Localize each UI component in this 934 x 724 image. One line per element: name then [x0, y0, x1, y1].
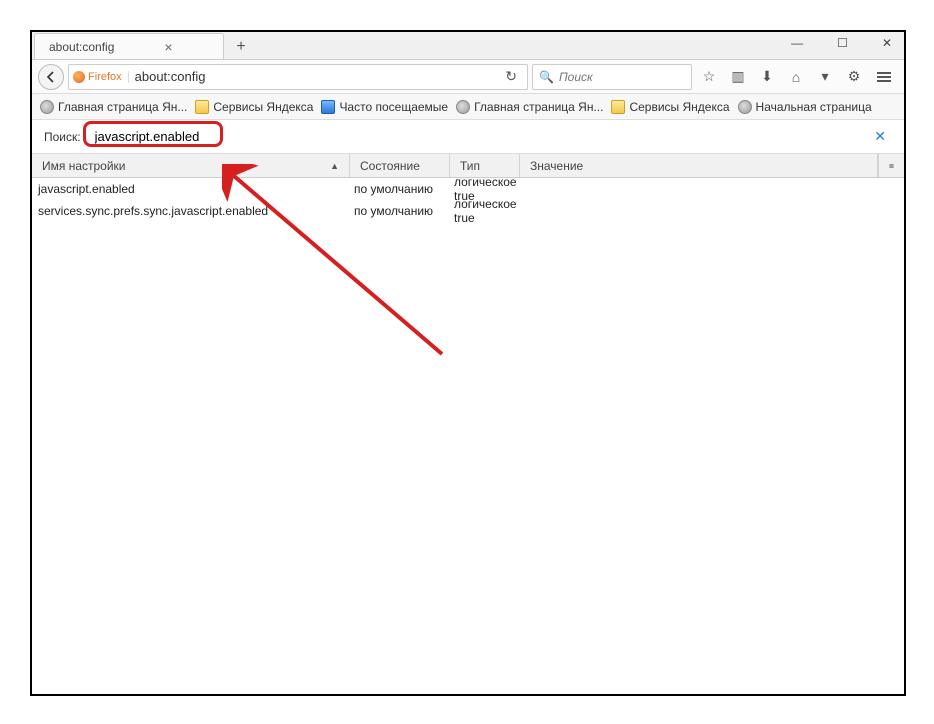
column-headers: Имя настройки ▲ Состояние Тип Значение [32, 154, 904, 178]
bookmark-label: Сервисы Яндекса [213, 100, 313, 114]
clear-filter-icon[interactable]: ✕ [868, 128, 892, 145]
pref-state: по умолчанию [350, 204, 450, 218]
window-controls: — ☐ ✕ [785, 34, 898, 52]
back-button[interactable] [38, 64, 64, 90]
pref-type: логическое true [450, 197, 520, 225]
menu-button[interactable] [874, 69, 894, 85]
toolbar-icons: ☆ ▥ ⬇ ⌂ ▾ ⚙ [696, 68, 898, 85]
bookmark-item[interactable]: Часто посещаемые [321, 100, 448, 114]
firefox-badge: Firefox [73, 71, 129, 83]
bookmark-star-icon[interactable]: ☆ [700, 68, 718, 85]
sort-asc-icon: ▲ [330, 161, 339, 171]
pref-rows: javascript.enabled по умолчанию логическ… [32, 178, 904, 694]
pref-row[interactable]: services.sync.prefs.sync.javascript.enab… [32, 200, 904, 222]
bookmark-item[interactable]: Главная страница Ян... [456, 100, 603, 114]
col-type[interactable]: Тип [450, 154, 520, 177]
col-name[interactable]: Имя настройки ▲ [32, 154, 350, 177]
bookmarks-bar: Главная страница Ян... Сервисы Яндекса Ч… [32, 94, 904, 120]
bookmark-item[interactable]: Начальная страница [738, 100, 872, 114]
bookmark-label: Сервисы Яндекса [629, 100, 729, 114]
bookmark-label: Главная страница Ян... [58, 100, 187, 114]
pref-state: по умолчанию [350, 182, 450, 196]
arrow-left-icon [45, 71, 57, 83]
folder-icon [611, 100, 625, 114]
maximize-button[interactable]: ☐ [831, 34, 854, 52]
nav-bar: Firefox ↻ 🔍 ☆ ▥ ⬇ ⌂ ▾ ⚙ [32, 60, 904, 94]
gear-icon[interactable]: ⚙ [845, 68, 863, 85]
col-name-label: Имя настройки [42, 159, 126, 173]
close-window-button[interactable]: ✕ [876, 34, 898, 52]
filter-input-wrap: ✕ [89, 125, 892, 148]
col-state[interactable]: Состояние [350, 154, 450, 177]
search-input[interactable] [559, 70, 716, 84]
tab-title: about:config [49, 40, 114, 54]
bookmark-item[interactable]: Сервисы Яндекса [195, 100, 313, 114]
downloads-icon[interactable]: ⬇ [758, 68, 776, 85]
globe-icon [738, 100, 752, 114]
pref-filter-row: Поиск: ✕ [32, 120, 904, 154]
home-icon[interactable]: ⌂ [787, 69, 805, 85]
column-picker-icon [889, 160, 894, 172]
reload-button[interactable]: ↻ [499, 68, 523, 85]
url-input[interactable] [135, 69, 494, 84]
bookmark-item[interactable]: Главная страница Ян... [40, 100, 187, 114]
bookmark-item[interactable]: Сервисы Яндекса [611, 100, 729, 114]
sidebar-icon[interactable]: ▥ [729, 68, 747, 85]
tab-strip: about:config × + — ☐ ✕ [32, 32, 904, 60]
search-icon: 🔍 [539, 70, 554, 84]
globe-icon [456, 100, 470, 114]
column-picker-button[interactable] [878, 154, 904, 177]
pocket-icon[interactable]: ▾ [816, 68, 834, 85]
pref-name: javascript.enabled [32, 182, 350, 196]
search-box[interactable]: 🔍 [532, 64, 692, 90]
browser-window: about:config × + — ☐ ✕ Firefox ↻ 🔍 ☆ ▥ ⬇… [30, 30, 906, 696]
folder-icon [195, 100, 209, 114]
url-bar[interactable]: Firefox ↻ [68, 64, 528, 90]
pref-filter-input[interactable] [89, 125, 869, 148]
globe-icon [40, 100, 54, 114]
bookmark-label: Часто посещаемые [339, 100, 448, 114]
bookmark-label: Главная страница Ян... [474, 100, 603, 114]
filter-label: Поиск: [44, 130, 81, 144]
bookmark-label: Начальная страница [756, 100, 872, 114]
tab-about-config[interactable]: about:config × [34, 33, 224, 59]
close-tab-icon[interactable]: × [164, 40, 172, 54]
pref-name: services.sync.prefs.sync.javascript.enab… [32, 204, 350, 218]
new-tab-button[interactable]: + [228, 35, 254, 59]
col-value[interactable]: Значение [520, 154, 878, 177]
minimize-button[interactable]: — [785, 34, 809, 52]
history-icon [321, 100, 335, 114]
